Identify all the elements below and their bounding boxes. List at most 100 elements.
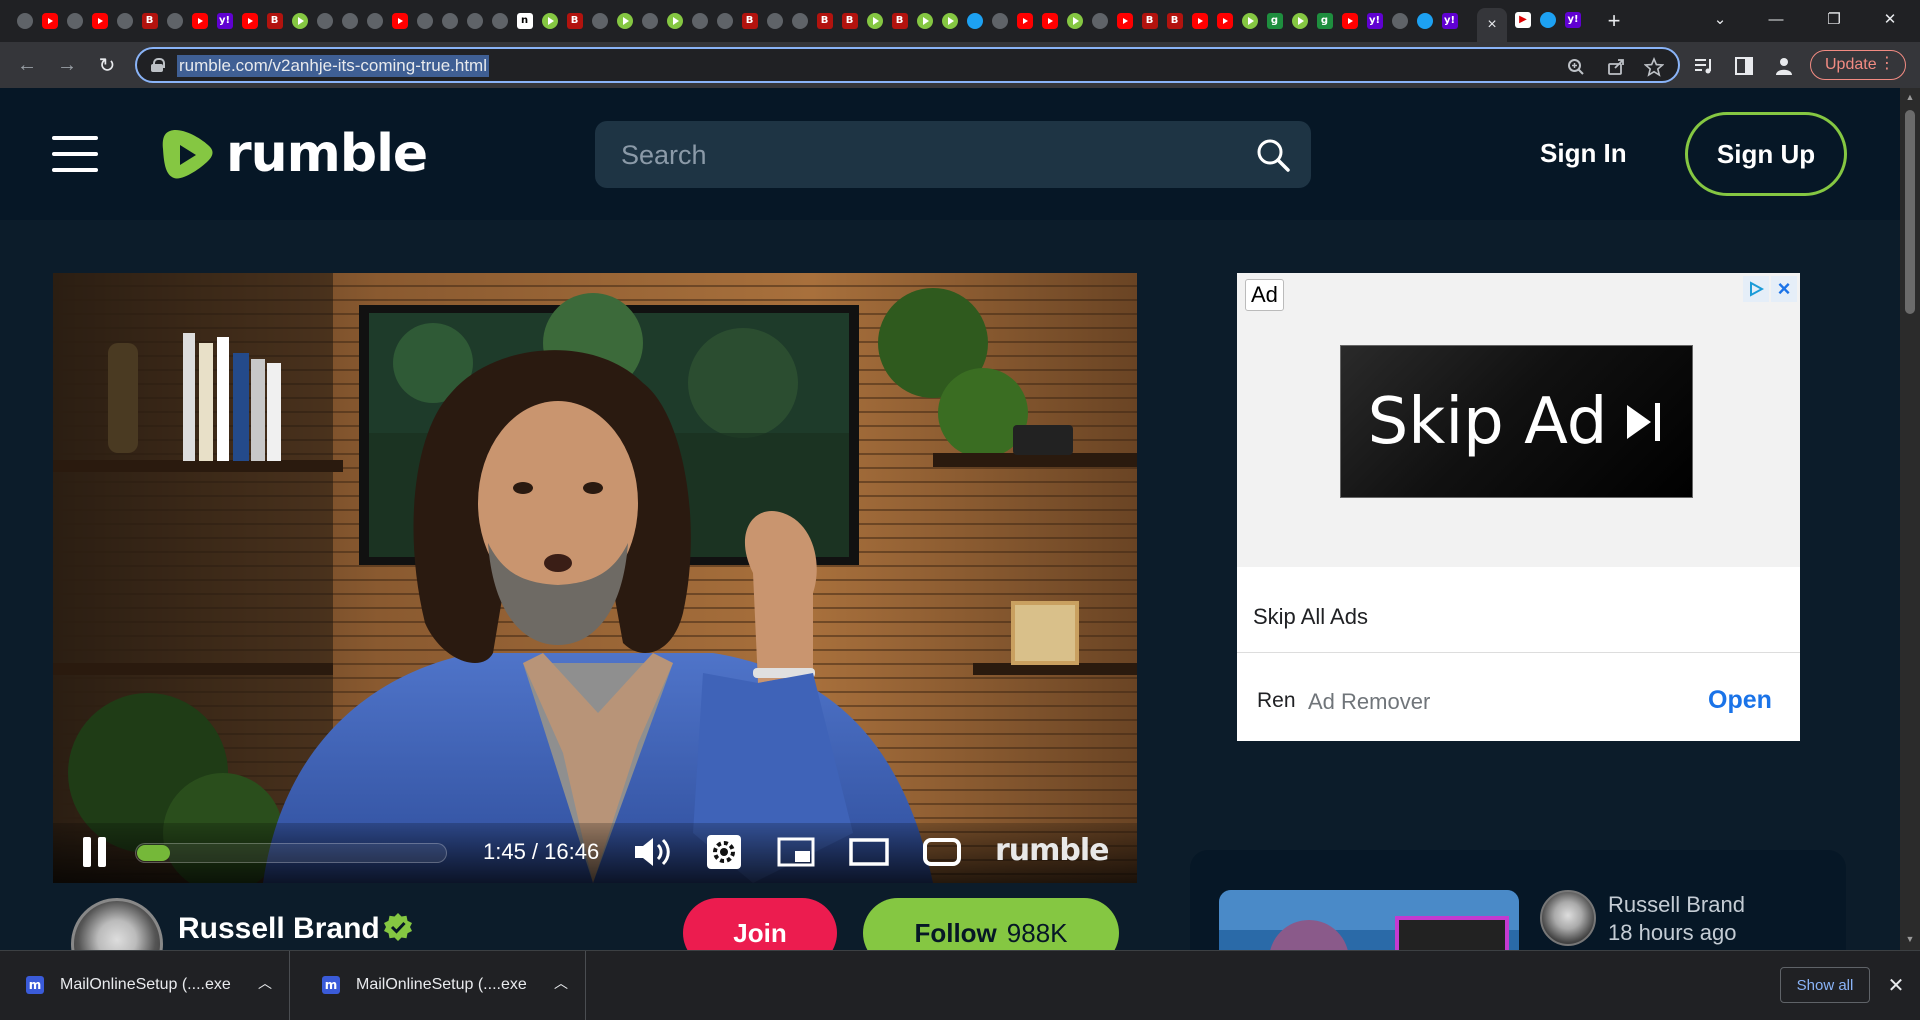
- tab-favicon-rum[interactable]: [912, 8, 937, 34]
- rumble-logo[interactable]: rumble: [160, 124, 428, 184]
- tab-favicon-nn[interactable]: n: [512, 8, 537, 34]
- ad-sponsor-name[interactable]: Ad Remover: [1308, 689, 1430, 715]
- menu-kebab-icon[interactable]: ⋮: [1879, 55, 1895, 73]
- follow-button[interactable]: Follow 988K: [863, 898, 1119, 950]
- tab-favicon-rum[interactable]: [537, 8, 562, 34]
- download-item[interactable]: m MailOnlineSetup (....exe ︿: [296, 951, 586, 1020]
- related-channel-avatar[interactable]: [1540, 890, 1596, 946]
- tab-favicon-bi[interactable]: B: [137, 8, 162, 34]
- skip-ad-button[interactable]: Skip Ad: [1340, 345, 1693, 498]
- tab-favicon-tw[interactable]: [962, 8, 987, 34]
- video-frame[interactable]: [53, 273, 1137, 883]
- close-downloads-icon[interactable]: ✕: [1884, 973, 1908, 997]
- tab-favicon-gl[interactable]: [1087, 8, 1112, 34]
- chevron-up-icon[interactable]: ︿: [258, 973, 274, 991]
- tab-favicon-bi[interactable]: B: [1137, 8, 1162, 34]
- tab-favicon-gg[interactable]: g: [1262, 8, 1287, 34]
- share-icon[interactable]: [1605, 56, 1627, 78]
- forward-icon[interactable]: →: [52, 50, 82, 80]
- ad-open-button[interactable]: Open: [1708, 686, 1772, 715]
- profile-icon[interactable]: [1772, 54, 1796, 78]
- tab-favicon[interactable]: ▶: [1515, 12, 1531, 28]
- progress-bar[interactable]: [135, 843, 447, 863]
- tab-favicon-yh[interactable]: y!: [1437, 8, 1462, 34]
- ad-close-icon[interactable]: ×: [1771, 276, 1797, 302]
- related-channel-name[interactable]: Russell Brand: [1608, 892, 1745, 918]
- tab-favicon-gl[interactable]: [637, 8, 662, 34]
- pause-icon[interactable]: [81, 837, 109, 867]
- video-player[interactable]: 1:45 / 16:46 rumble: [53, 273, 1137, 883]
- scroll-down-icon[interactable]: ▼: [1905, 934, 1915, 944]
- search-icon[interactable]: [1255, 137, 1291, 173]
- tab-favicon-rum[interactable]: [612, 8, 637, 34]
- update-button[interactable]: Update ⋮: [1810, 50, 1906, 80]
- search-input[interactable]: [621, 138, 1221, 172]
- tab-favicon-yt[interactable]: [237, 8, 262, 34]
- new-tab-button[interactable]: +: [1600, 8, 1628, 34]
- tab-favicon-gg[interactable]: g: [1312, 8, 1337, 34]
- settings-gear-icon[interactable]: [704, 835, 744, 869]
- tab-favicon-yt[interactable]: [1112, 8, 1137, 34]
- tab-favicon-bi[interactable]: B: [262, 8, 287, 34]
- tab-favicon-gl[interactable]: [987, 8, 1012, 34]
- tab-favicon-gl[interactable]: [762, 8, 787, 34]
- show-all-downloads-button[interactable]: Show all: [1780, 967, 1870, 1003]
- tab-favicon-yt[interactable]: [37, 8, 62, 34]
- volume-icon[interactable]: [633, 835, 673, 869]
- chevron-up-icon[interactable]: ︿: [554, 973, 570, 991]
- tab-favicon-yt[interactable]: [1037, 8, 1062, 34]
- related-thumbnail[interactable]: [1219, 890, 1519, 950]
- search-box[interactable]: [595, 121, 1311, 188]
- tab-favicon-bi[interactable]: B: [737, 8, 762, 34]
- minimize-icon[interactable]: —: [1752, 0, 1800, 38]
- bookmark-star-icon[interactable]: [1643, 56, 1665, 78]
- zoom-icon[interactable]: [1565, 56, 1587, 78]
- tab-favicon-gl[interactable]: [62, 8, 87, 34]
- page-scrollbar[interactable]: ▲ ▼: [1900, 88, 1920, 950]
- tab-search-icon[interactable]: ⌄: [1696, 0, 1744, 38]
- tab-favicon-rum[interactable]: [1062, 8, 1087, 34]
- tab-favicon-bi[interactable]: B: [887, 8, 912, 34]
- tab-favicon-gl[interactable]: [687, 8, 712, 34]
- theater-mode-icon[interactable]: [849, 835, 889, 869]
- tab-favicon-bi[interactable]: B: [837, 8, 862, 34]
- tab-favicon-twitter[interactable]: [1540, 12, 1556, 28]
- tab-favicon-gl[interactable]: [162, 8, 187, 34]
- tab-favicon-gl[interactable]: [487, 8, 512, 34]
- url-text[interactable]: rumble.com/v2anhje-its-coming-true.html: [177, 55, 489, 77]
- tab-favicon-yh[interactable]: y!: [212, 8, 237, 34]
- tab-favicon-gl[interactable]: [362, 8, 387, 34]
- tab-favicon-yt[interactable]: [387, 8, 412, 34]
- address-bar[interactable]: rumble.com/v2anhje-its-coming-true.html: [135, 47, 1680, 83]
- tab-favicon-rum[interactable]: [937, 8, 962, 34]
- scroll-up-icon[interactable]: ▲: [1905, 92, 1915, 102]
- tab-favicon-rum[interactable]: [1287, 8, 1312, 34]
- tab-favicon-gl[interactable]: [462, 8, 487, 34]
- tab-favicon-rum[interactable]: [662, 8, 687, 34]
- pip-icon[interactable]: [776, 835, 816, 869]
- reading-list-icon[interactable]: [1692, 54, 1716, 78]
- tab-favicon-gl[interactable]: [337, 8, 362, 34]
- hamburger-menu-icon[interactable]: [52, 136, 98, 172]
- window-close-icon[interactable]: ✕: [1866, 0, 1914, 38]
- tab-favicon-gl[interactable]: [12, 8, 37, 34]
- ad-panel[interactable]: Ad × Skip Ad Skip All Ads Ren Ad Remover…: [1237, 273, 1800, 741]
- tab-favicon-yt[interactable]: [187, 8, 212, 34]
- tab-favicon-bi[interactable]: B: [812, 8, 837, 34]
- tab-favicon-gl[interactable]: [437, 8, 462, 34]
- player-brand-logo[interactable]: rumble: [995, 833, 1110, 868]
- reload-icon[interactable]: ↻: [92, 50, 122, 80]
- skip-all-ads-text[interactable]: Skip All Ads: [1253, 604, 1368, 630]
- tab-favicon-yt[interactable]: [1012, 8, 1037, 34]
- tab-favicon-bi[interactable]: B: [562, 8, 587, 34]
- sign-in-link[interactable]: Sign In: [1540, 138, 1627, 169]
- channel-name[interactable]: Russell Brand: [178, 912, 380, 946]
- tab-favicon-yh[interactable]: y!: [1362, 8, 1387, 34]
- tab-favicon-gl[interactable]: [587, 8, 612, 34]
- lock-icon[interactable]: [151, 58, 165, 72]
- join-button[interactable]: Join: [683, 898, 837, 950]
- tab-favicon-yt[interactable]: [1187, 8, 1212, 34]
- tab-favicon-gl[interactable]: [412, 8, 437, 34]
- ad-sponsor-short[interactable]: Ren: [1257, 689, 1296, 713]
- tab-favicon-gl[interactable]: [112, 8, 137, 34]
